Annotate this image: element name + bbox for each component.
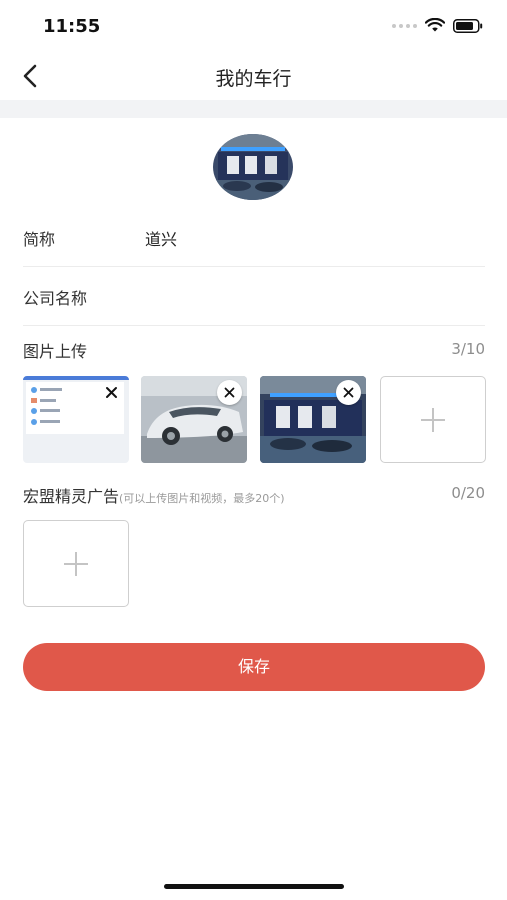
plus-icon	[421, 407, 445, 432]
page-title: 我的车行	[215, 68, 292, 90]
ads-hint: (可以上传图片和视频，最多20个)	[119, 492, 285, 505]
add-image-button[interactable]	[380, 376, 486, 463]
short-name-field[interactable]: 道兴	[145, 226, 177, 250]
ads-title-row: 宏盟精灵广告(可以上传图片和视频，最多20个)	[23, 483, 285, 507]
add-ad-button[interactable]	[23, 520, 129, 607]
image-upload-title: 图片上传	[23, 342, 88, 361]
delete-image-button[interactable]	[336, 380, 361, 405]
image-thumb-car[interactable]	[141, 376, 247, 463]
status-bar: 11:55	[0, 0, 507, 52]
status-time: 11:55	[43, 16, 101, 37]
section-divider	[0, 100, 507, 118]
delete-image-button[interactable]	[217, 380, 242, 405]
ads-count: 0/20	[451, 484, 485, 502]
short-name-row[interactable]: 简称 道兴	[23, 208, 485, 267]
signal-icon	[392, 23, 417, 28]
avatar[interactable]	[213, 134, 293, 200]
company-name-row[interactable]: 公司名称	[23, 267, 485, 326]
close-icon	[343, 387, 354, 398]
ads-title: 宏盟精灵广告	[23, 487, 120, 506]
image-thumb-app-screenshot[interactable]	[23, 376, 129, 463]
close-icon	[106, 387, 117, 398]
status-icons	[392, 18, 483, 33]
plus-icon	[64, 551, 88, 576]
company-name-label: 公司名称	[23, 289, 88, 308]
battery-icon	[453, 18, 483, 33]
save-button[interactable]: 保存	[23, 643, 485, 691]
delete-image-button[interactable]	[99, 380, 124, 405]
image-upload-count: 3/10	[451, 340, 485, 358]
close-icon	[224, 387, 235, 398]
wifi-icon	[425, 18, 445, 32]
short-name-label: 简称	[23, 230, 56, 249]
home-indicator	[164, 884, 344, 889]
image-thumb-garage[interactable]	[260, 376, 366, 463]
avatar-image	[213, 134, 293, 200]
nav-bar: 我的车行	[0, 52, 507, 100]
